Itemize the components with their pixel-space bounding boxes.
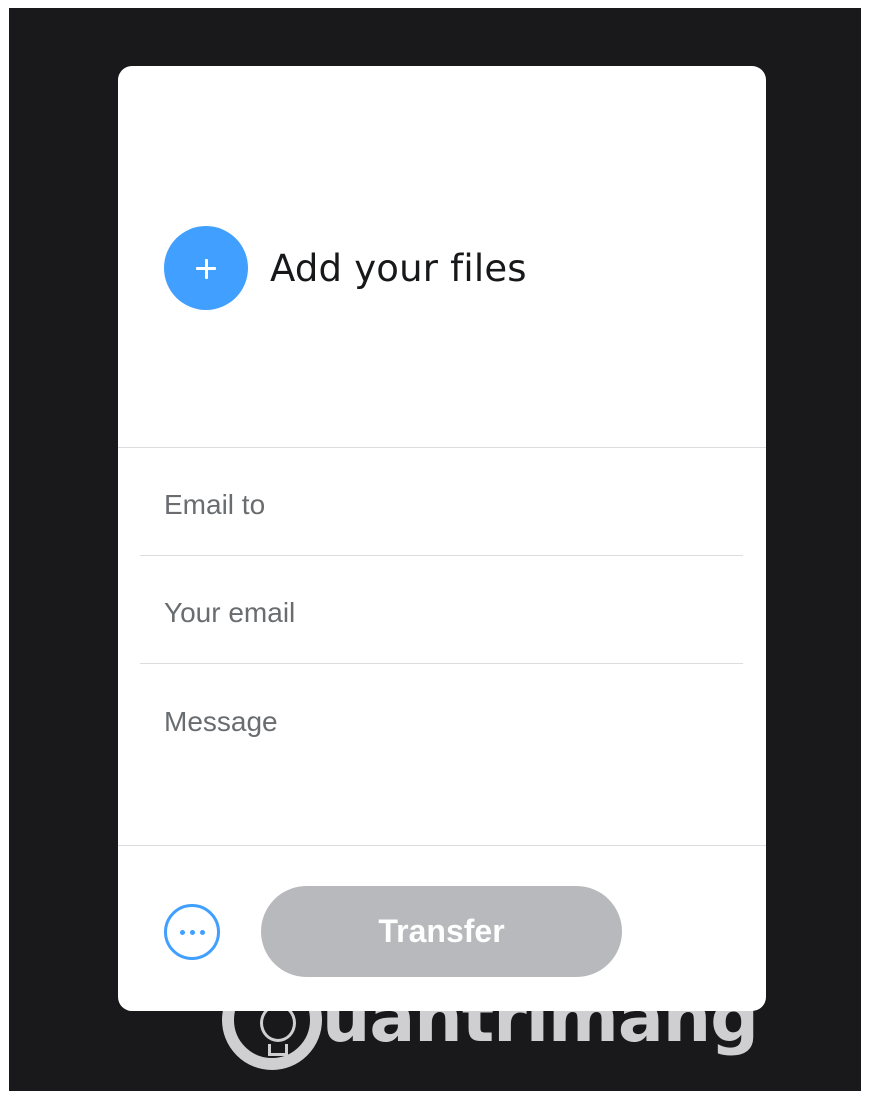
more-horizontal-icon [189, 929, 195, 935]
field-divider [140, 555, 743, 556]
more-horizontal-icon [179, 929, 185, 935]
transfer-button[interactable]: Transfer [261, 886, 622, 977]
more-horizontal-icon [199, 929, 205, 935]
plus-icon[interactable] [164, 226, 248, 310]
add-files-label: Add your files [270, 246, 527, 290]
add-files-button[interactable]: Add your files [164, 226, 527, 310]
field-divider [140, 663, 743, 664]
lightbulb-base [268, 1044, 288, 1056]
message-textarea[interactable] [164, 704, 724, 804]
email-to-input[interactable] [164, 483, 724, 527]
upload-divider [118, 447, 766, 448]
transfer-card: Add your files Transfer [118, 66, 766, 1011]
more-options-button[interactable] [164, 904, 220, 960]
your-email-input[interactable] [164, 591, 724, 635]
actions-divider [118, 845, 766, 846]
